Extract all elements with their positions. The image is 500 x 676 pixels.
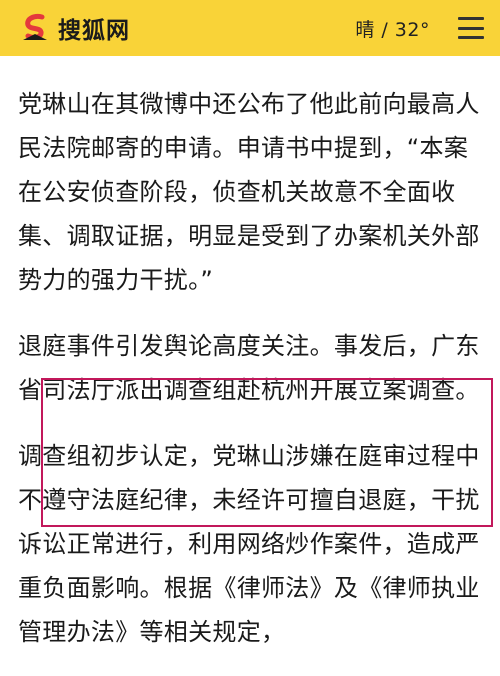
site-logo[interactable]: 搜狐网	[20, 11, 130, 45]
site-name: 搜狐网	[58, 18, 130, 44]
article-body: 党琳山在其微博中还公布了他此前向最高人民法院邮寄的申请。申请书中提到，“本案在公…	[18, 82, 488, 676]
top-header-bar: 搜狐网 晴 / 32°	[0, 0, 500, 56]
menu-line	[458, 17, 484, 20]
hamburger-menu-icon[interactable]	[458, 17, 484, 39]
article-paragraph: 退庭事件引发舆论高度关注。事发后，广东省司法厅派出调查组赴杭州开展立案调查。	[18, 332, 480, 404]
sohu-fox-logo-icon	[20, 13, 50, 43]
article-paragraph: 党琳山在其微博中还公布了他此前向最高人民法院邮寄的申请。申请书中提到，“本案在公…	[18, 90, 480, 294]
menu-line	[458, 26, 484, 30]
article-paragraph: 调查组初步认定，党琳山涉嫌在庭审过程中不遵守法庭纪律，未经许可擅自退庭，干扰诉讼…	[18, 442, 480, 646]
menu-line	[458, 36, 484, 39]
weather-readout: 晴 / 32°	[355, 18, 430, 41]
